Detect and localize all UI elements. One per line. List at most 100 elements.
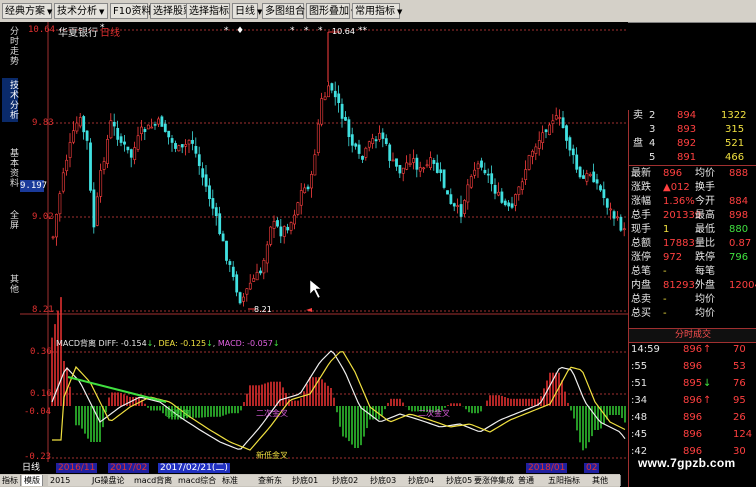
candle-body	[568, 137, 572, 151]
candle-body	[129, 149, 133, 158]
tab-other-bottom[interactable]: 其他	[590, 475, 621, 486]
trades-header[interactable]: 分时成交	[629, 328, 756, 343]
toolbar-common-indicator-button[interactable]: 常用指标 ▼	[352, 3, 402, 19]
toolbar-select-indicator-button[interactable]: 选择指标	[186, 3, 230, 19]
candle-body	[197, 154, 201, 166]
tab-fundamentals[interactable]: 基本资料	[2, 146, 18, 190]
order-book-row: 盘 4 892 521	[629, 138, 756, 150]
down-arrow-icon: ↓	[206, 339, 213, 348]
trade-volume: 76	[733, 378, 746, 389]
stat-row: 现手 1 最低 880	[629, 224, 756, 236]
candle-body	[541, 132, 545, 144]
candle-body	[133, 147, 137, 160]
candle-body	[78, 117, 82, 127]
tab-macd-divergence[interactable]: macd背离	[132, 475, 177, 486]
kline-macd-chart[interactable]	[20, 22, 628, 462]
tab-standard[interactable]: 标准	[220, 475, 257, 486]
order-volume: 466	[725, 152, 745, 163]
trade-direction-icon: ↑	[703, 395, 712, 406]
tab-normal[interactable]: 普通	[516, 475, 547, 486]
trade-time: :45	[631, 429, 648, 440]
tab-jg[interactable]: JG操盘论	[90, 475, 133, 486]
candle-body	[167, 130, 171, 138]
stat-label: 总额	[631, 238, 651, 249]
candle-body	[507, 202, 511, 207]
divergence-signal-label: 顶背离	[166, 409, 190, 418]
side-label: 卖	[633, 110, 643, 121]
period-label[interactable]: 日线	[20, 463, 43, 473]
toolbar-tech-analysis-button[interactable]: 技术分析 ▼	[54, 3, 108, 19]
tab-chaxindong[interactable]: 查新东	[256, 475, 293, 486]
candle-body	[92, 189, 96, 228]
candle-body	[493, 184, 497, 194]
date-label: 2018/01	[526, 463, 568, 473]
candle-body	[170, 138, 174, 143]
tab-other[interactable]: 其他	[2, 272, 18, 296]
order-volume: 315	[725, 124, 745, 135]
stat-label: 最新	[631, 168, 651, 179]
candle-body	[531, 150, 534, 157]
candle-body	[221, 233, 225, 242]
candle-body	[595, 179, 599, 184]
tab-indicator[interactable]: 指标	[0, 475, 21, 486]
date-axis-bar: 日线 2016/11 2017/02 2017/02/21(二) 2018/01…	[20, 462, 628, 474]
candle-body	[150, 126, 154, 129]
candle-body	[174, 143, 177, 149]
stat-value: 880	[729, 224, 749, 235]
tab-bottom02[interactable]: 抄底02	[330, 475, 371, 486]
tab-limit-up[interactable]: 要涨停集成	[472, 475, 519, 486]
candle-body	[575, 154, 579, 170]
candle-body	[616, 216, 619, 219]
candle-body	[354, 143, 358, 147]
tab-template[interactable]: 模版	[22, 475, 43, 486]
tab-intraday[interactable]: 分时走势	[2, 26, 18, 66]
tab-technical-analysis[interactable]: 技术分析	[2, 78, 18, 122]
toolbar-button-label: 经典方案	[5, 6, 45, 17]
candle-body	[160, 116, 164, 127]
candle-body	[588, 174, 592, 177]
event-mark[interactable]: **	[358, 26, 367, 36]
toolbar-period-button[interactable]: 日线 ▼	[232, 3, 262, 19]
stat-value: 796	[729, 252, 749, 263]
candle-body	[102, 161, 106, 170]
event-mark[interactable]: *	[318, 26, 323, 36]
candle-body	[310, 174, 313, 189]
tab-bottom03[interactable]: 抄底03	[368, 475, 409, 486]
candle-body	[177, 145, 181, 152]
stat-label: 换手	[695, 182, 715, 193]
candle-body	[497, 191, 500, 196]
event-mark[interactable]: *	[290, 26, 295, 36]
stat-value: 17883	[663, 238, 695, 249]
candle-body	[157, 118, 160, 125]
candle-body	[500, 191, 504, 203]
event-mark[interactable]: *	[224, 26, 229, 36]
tab-2015[interactable]: 2015	[48, 475, 91, 486]
toolbar-classic-scheme-button[interactable]: 经典方案 ▼	[2, 3, 52, 19]
event-mark[interactable]: *	[304, 26, 309, 36]
candle-body	[344, 117, 347, 121]
toolbar-overlay-button[interactable]: 图形叠加▼	[306, 3, 356, 19]
stat-label: 均价	[695, 168, 715, 179]
event-mark[interactable]: ♦	[236, 26, 244, 36]
tab-bottom01[interactable]: 抄底01	[290, 475, 331, 486]
candle-body	[592, 171, 596, 183]
tab-fullscreen[interactable]: 全屏	[2, 208, 18, 232]
toolbar-f10-button[interactable]: F10资料	[110, 3, 151, 19]
stat-label: 量比	[695, 238, 715, 249]
order-volume: 521	[725, 138, 745, 149]
candle-body	[82, 116, 86, 133]
candle-body	[602, 189, 606, 198]
tab-bottom04[interactable]: 抄底04	[406, 475, 447, 486]
candle-body	[374, 139, 378, 142]
stat-label: 总手	[631, 210, 651, 221]
toolbar-multi-chart-button[interactable]: 多图组合	[262, 3, 305, 19]
candle-body	[401, 167, 405, 174]
candle-body	[388, 144, 392, 161]
order-price: 892	[677, 138, 697, 149]
trade-row: :55 896 53	[629, 361, 756, 373]
tab-five-yang[interactable]: 五阳指标	[546, 475, 591, 486]
tab-macd-combined[interactable]: macd综合	[176, 475, 221, 486]
candle-body	[299, 190, 303, 206]
y-label-macd: -0.04	[24, 407, 52, 417]
event-mark[interactable]: *	[100, 23, 105, 33]
